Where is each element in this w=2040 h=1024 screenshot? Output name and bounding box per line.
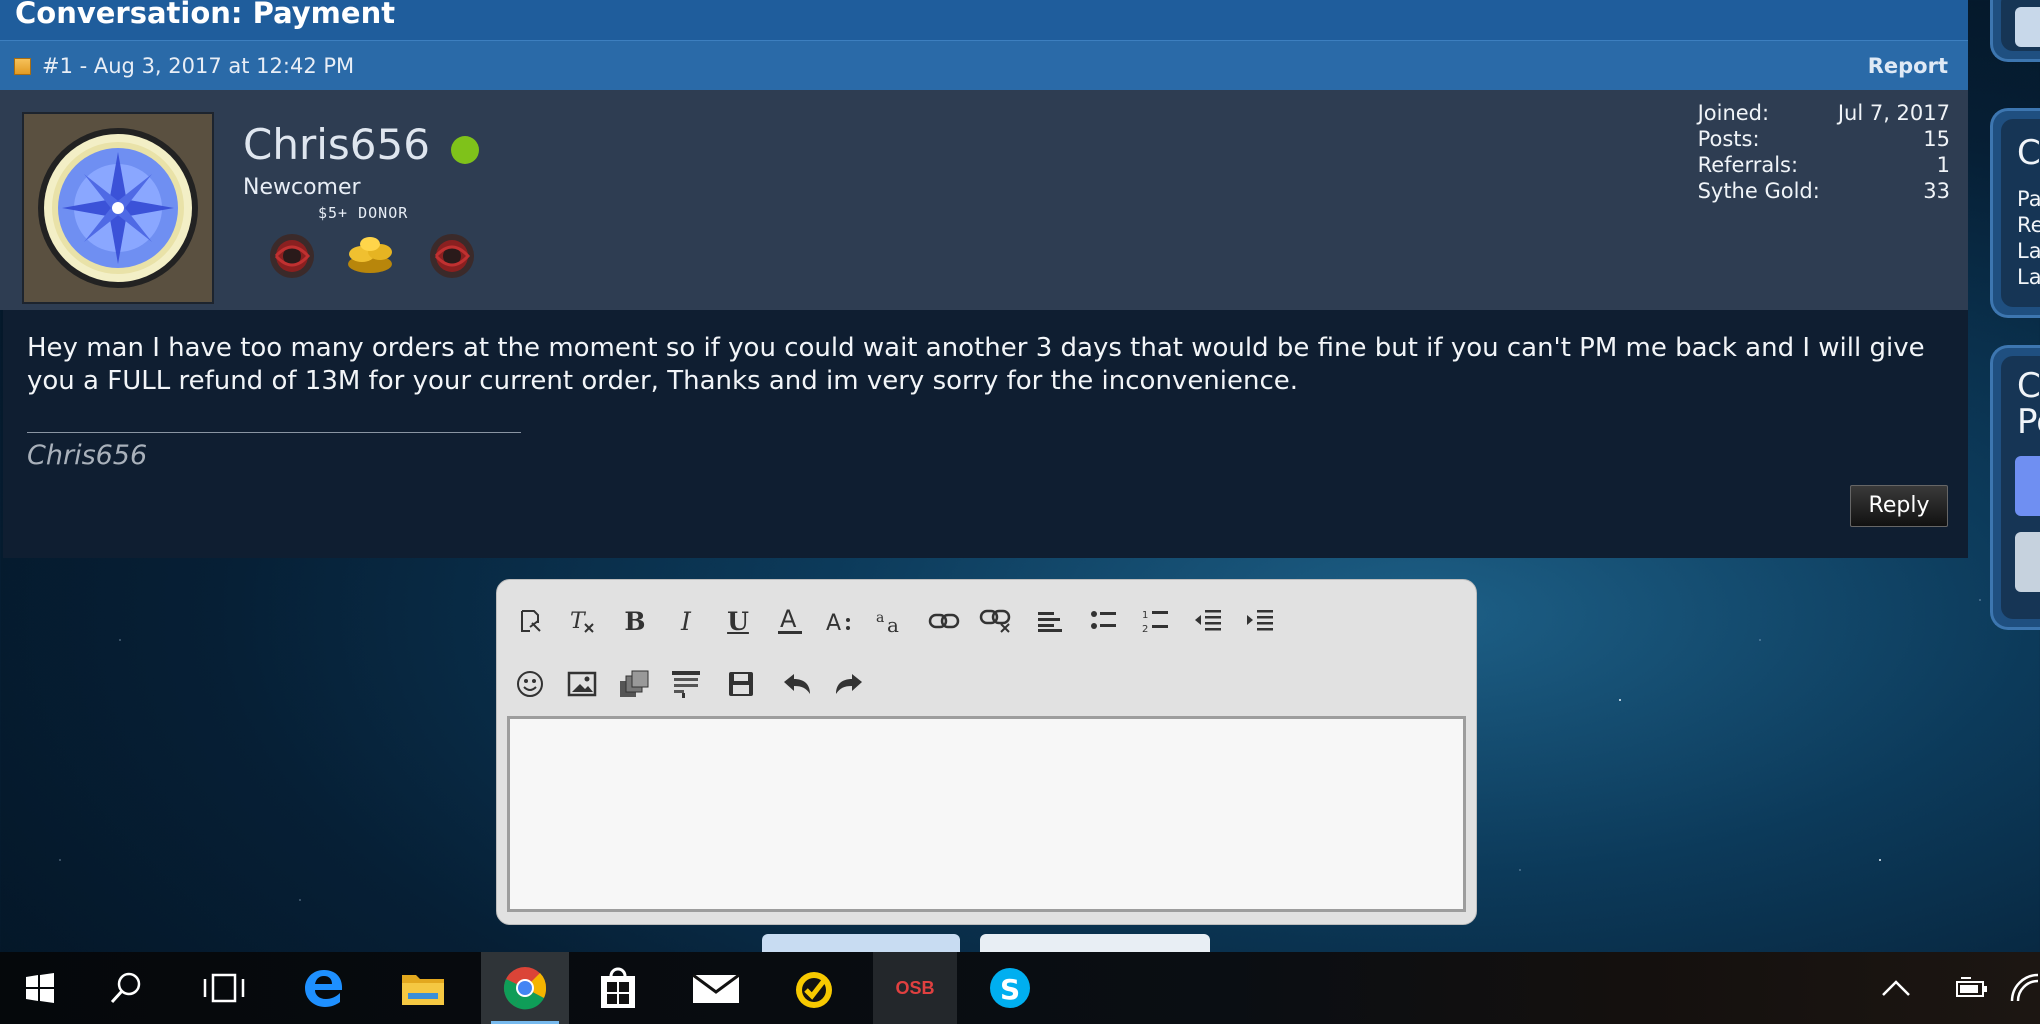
save-draft-icon[interactable] — [724, 667, 758, 701]
stat-label: Posts: — [1697, 127, 1760, 151]
sidebar-box-3-heading: C — [2017, 366, 2040, 406]
stat-value: 1 — [1936, 153, 1950, 177]
underline-icon[interactable]: U — [721, 604, 755, 638]
user-info-bar: Chris656 Newcomer $5+ DONOR Joined: Jul … — [0, 90, 1968, 310]
stat-label: Referrals: — [1697, 153, 1799, 177]
sidebar-box-3-heading: Po — [2017, 402, 2040, 442]
remove-format-icon[interactable]: T — [565, 604, 599, 638]
svg-text:T: T — [570, 609, 587, 634]
task-view-icon[interactable] — [184, 952, 264, 1024]
bullet-list-icon[interactable] — [1087, 604, 1121, 638]
italic-icon[interactable]: I — [669, 604, 703, 638]
post-icon — [14, 58, 31, 75]
redo-icon[interactable] — [832, 667, 866, 701]
reply-textarea[interactable] — [507, 716, 1466, 912]
image-icon[interactable] — [565, 667, 599, 701]
align-icon[interactable] — [1033, 604, 1067, 638]
show-hidden-icons-chevron-icon[interactable] — [1868, 952, 1924, 1024]
avatar[interactable] — [2015, 532, 2040, 592]
store-icon[interactable] — [578, 952, 658, 1024]
text-color-icon[interactable]: A — [773, 604, 807, 638]
norton-icon[interactable] — [774, 952, 854, 1024]
stat-gold: Sythe Gold: 33 — [1698, 178, 1950, 204]
donor-badge-label: $5+ DONOR — [318, 204, 409, 222]
link-icon[interactable] — [927, 604, 961, 638]
smilies-icon[interactable] — [513, 667, 547, 701]
gold-coins-icon — [348, 237, 392, 273]
online-status-icon — [451, 136, 479, 164]
switch-editor-icon[interactable] — [513, 604, 547, 638]
report-link[interactable]: Report — [1868, 41, 1948, 91]
signature: Chris656 — [27, 440, 148, 471]
reply-editor: T B I U A A aa 12 — [496, 579, 1477, 925]
stat-label: Joined: — [1697, 101, 1770, 125]
post-header: #1 - Aug 3, 2017 at 12:42 PM Report — [0, 40, 1968, 90]
stat-referrals: Referrals: 1 — [1698, 152, 1950, 178]
windows-start-icon[interactable] — [0, 952, 80, 1024]
osbuddy-label: OSB — [895, 977, 935, 998]
sidebar-box-2-heading: C — [2017, 133, 2040, 173]
username[interactable]: Chris656 — [243, 120, 430, 169]
conversation-post: Conversation: Payment #1 - Aug 3, 2017 a… — [0, 0, 1968, 558]
search-icon[interactable] — [86, 952, 166, 1024]
edge-icon[interactable] — [284, 952, 364, 1024]
indent-icon[interactable] — [1243, 604, 1277, 638]
svg-text:S: S — [1000, 973, 1020, 1006]
osbuddy-icon[interactable]: OSB — [873, 952, 957, 1024]
stat-posts: Posts: 15 — [1698, 126, 1950, 152]
user-rank: Newcomer — [243, 175, 361, 200]
mail-icon[interactable] — [676, 952, 756, 1024]
signature-divider — [27, 432, 521, 433]
stat-value: 33 — [1923, 179, 1950, 203]
stat-joined: Joined: Jul 7, 2017 — [1698, 100, 1950, 126]
svg-text:a: a — [876, 610, 884, 626]
post-number-date[interactable]: #1 - Aug 3, 2017 at 12:42 PM — [42, 41, 354, 91]
sidebar-box-2-line[interactable]: La — [2017, 239, 2040, 263]
svg-text:A: A — [826, 611, 841, 636]
unlink-icon[interactable] — [979, 604, 1013, 638]
file-explorer-icon[interactable] — [383, 952, 463, 1024]
conversation-title: Conversation: Payment — [0, 0, 1968, 40]
stat-value: Jul 7, 2017 — [1837, 101, 1950, 125]
sidebar-box-2: C Pa Re La La — [1990, 108, 2040, 318]
svg-text:a: a — [887, 613, 899, 636]
outdent-icon[interactable] — [1191, 604, 1225, 638]
media-icon[interactable] — [617, 667, 651, 701]
svg-text:1: 1 — [1142, 610, 1148, 621]
windows-taskbar: OSB S — [0, 952, 2040, 1024]
more-options-button[interactable] — [980, 934, 1210, 954]
sidebar-box-2-line[interactable]: La — [2017, 265, 2040, 289]
sidebar-box-3: C Po — [1990, 345, 2040, 630]
sidebar-box-2-line[interactable]: Pa — [2017, 187, 2040, 211]
post-message: Hey man I have too many orders at the mo… — [27, 333, 1925, 396]
skype-icon[interactable]: S — [970, 952, 1050, 1024]
red-gem-icon — [270, 234, 314, 278]
avatar[interactable] — [2015, 456, 2040, 516]
sidebar-box-1 — [1990, 0, 2040, 62]
undo-icon[interactable] — [780, 667, 814, 701]
font-family-icon[interactable]: aa — [875, 604, 909, 638]
svg-text:A: A — [780, 605, 797, 633]
user-stats: Joined: Jul 7, 2017 Posts: 15 Referrals: 1 … — [1698, 100, 1950, 204]
stat-label: Sythe Gold: — [1697, 179, 1820, 203]
battery-power-icon[interactable] — [1944, 952, 2000, 1024]
wifi-icon[interactable] — [2010, 952, 2040, 1024]
sidebar-box-1-content — [2015, 7, 2040, 47]
reply-button[interactable]: Reply — [1850, 485, 1948, 527]
donor-badges — [262, 228, 482, 284]
stat-value: 15 — [1923, 127, 1950, 151]
post-reply-button[interactable] — [762, 934, 960, 954]
bold-icon[interactable]: B — [618, 604, 652, 638]
chrome-icon[interactable] — [481, 952, 569, 1024]
red-gem-icon — [430, 234, 474, 278]
avatar[interactable] — [22, 112, 214, 304]
post-body: Hey man I have too many orders at the mo… — [3, 310, 1968, 558]
svg-text:2: 2 — [1142, 624, 1148, 635]
sidebar-box-2-line[interactable]: Re — [2017, 213, 2040, 237]
numbered-list-icon[interactable]: 12 — [1139, 604, 1173, 638]
font-size-icon[interactable]: A — [823, 604, 857, 638]
quote-icon[interactable] — [669, 667, 703, 701]
